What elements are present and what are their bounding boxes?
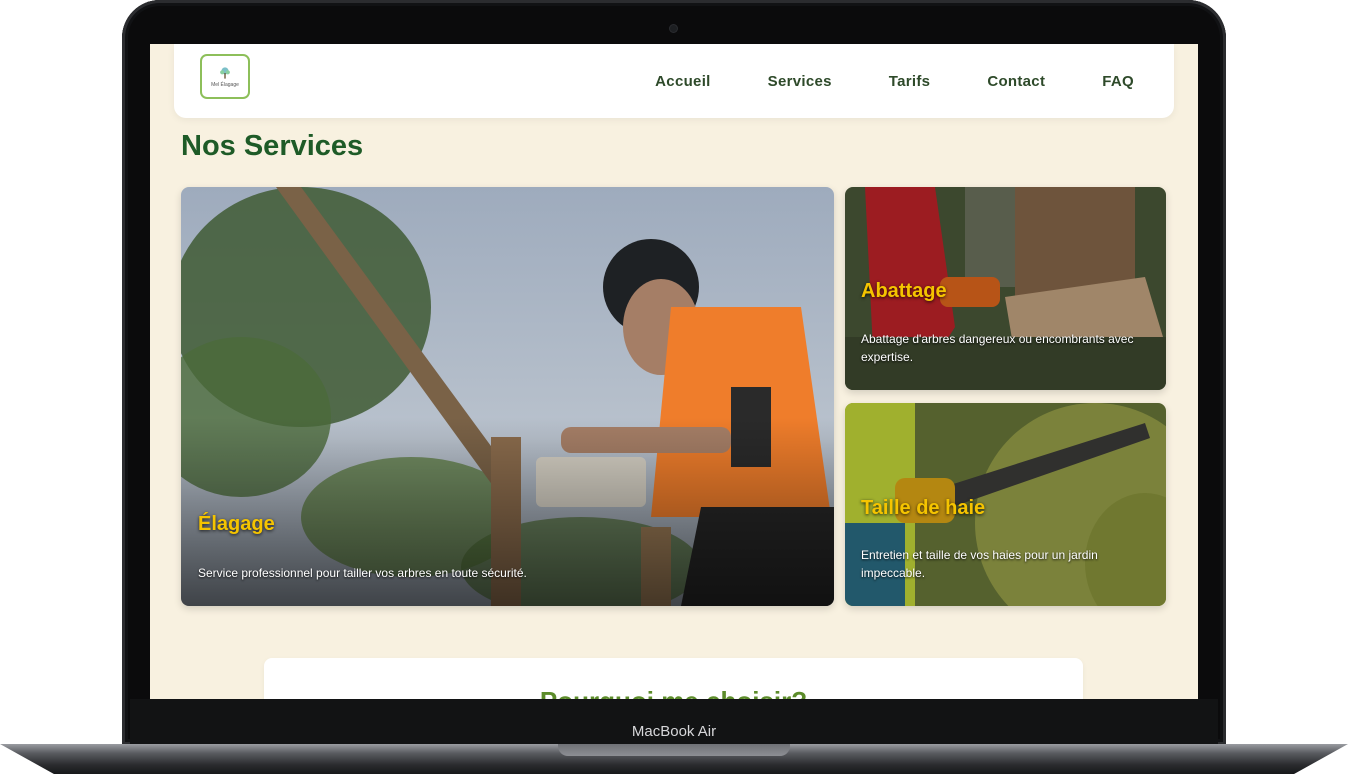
site-logo[interactable]: Mel Élagage <box>200 54 250 99</box>
main-nav: Accueil Services Tarifs Contact FAQ <box>598 73 1134 90</box>
site-header: Mel Élagage Accueil Services Tarifs Cont… <box>174 44 1174 118</box>
nav-services[interactable]: Services <box>768 73 832 90</box>
service-title-elagage: Élagage <box>198 513 275 535</box>
browser-screen: Mel Élagage Accueil Services Tarifs Cont… <box>150 44 1198 699</box>
model-label: MacBook Air <box>631 723 717 740</box>
arborist-photo <box>181 187 834 606</box>
laptop-hinge-notch <box>558 744 790 756</box>
service-desc-abattage: Abattage d'arbres dangereux ou encombran… <box>861 332 1134 364</box>
page-title: Nos Services <box>181 130 364 162</box>
why-title: Pourquoi me choisir? <box>264 686 1083 699</box>
service-card-abattage[interactable]: Abattage Abattage d'arbres dangereux ou … <box>845 187 1166 390</box>
service-title-taille-de-haie: Taille de haie <box>861 497 986 519</box>
service-card-taille-de-haie[interactable]: Taille de haie Entretien et taille de vo… <box>845 403 1166 606</box>
why-choose-section: Pourquoi me choisir? <box>264 658 1083 699</box>
service-card-elagage[interactable]: Élagage Service professionnel pour taill… <box>181 187 834 606</box>
service-title-abattage: Abattage <box>861 280 947 302</box>
service-desc-taille-de-haie: Entretien et taille de vos haies pour un… <box>861 548 1098 580</box>
camera-icon <box>670 25 677 32</box>
service-desc-elagage: Service professionnel pour tailler vos a… <box>198 566 527 580</box>
nav-faq[interactable]: FAQ <box>1102 73 1134 90</box>
nav-tarifs[interactable]: Tarifs <box>889 73 931 90</box>
logo-text: Mel Élagage <box>211 81 239 88</box>
nav-accueil[interactable]: Accueil <box>655 73 710 90</box>
nav-contact[interactable]: Contact <box>987 73 1045 90</box>
tree-icon <box>220 66 230 79</box>
